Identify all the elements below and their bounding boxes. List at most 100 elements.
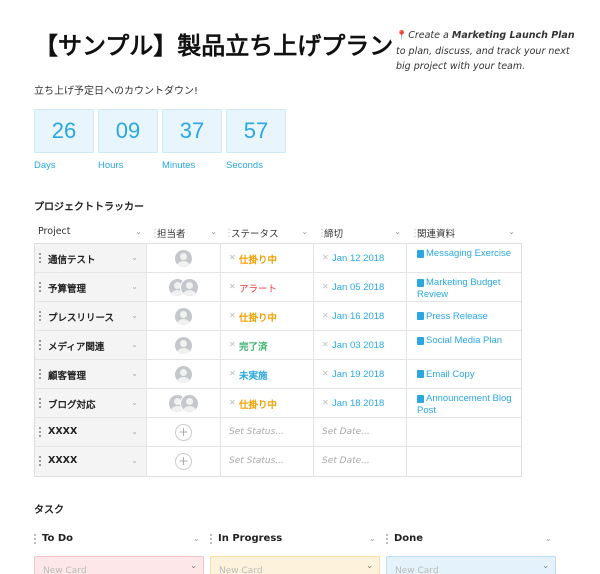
owner-cell[interactable] <box>147 360 221 388</box>
avatar[interactable] <box>174 249 193 268</box>
project-cell[interactable]: ブログ対応 ⌄ <box>35 389 147 417</box>
chevron-down-icon[interactable]: ⌄ <box>210 227 217 236</box>
docs-cell[interactable]: Messaging Exercise <box>407 244 522 272</box>
kanban-card[interactable]: New Card ⌄ <box>210 556 380 574</box>
status-cell[interactable]: ✕ アラート <box>221 273 314 301</box>
chevron-down-icon[interactable]: ⌄ <box>131 253 138 262</box>
avatar[interactable] <box>174 336 193 355</box>
status-placeholder[interactable]: Set Status... <box>229 456 284 466</box>
table-row[interactable]: 予算管理 ⌄ ✕ アラート ✕ Jan 05 2018 Marketing Budge… <box>35 273 521 302</box>
column-header-project[interactable]: Project ⌄ <box>38 226 148 242</box>
due-cell[interactable]: ✕ Jan 03 2018 <box>314 331 407 359</box>
row-drag-handle[interactable] <box>39 398 41 408</box>
clear-icon[interactable]: ✕ <box>229 253 236 262</box>
add-person-button[interactable]: + <box>175 453 192 470</box>
column-header-docs[interactable]: 関連資料 ⌄ <box>417 226 521 242</box>
chevron-down-icon[interactable]: ⌄ <box>301 227 308 236</box>
column-header-status[interactable]: ステータス ⌄ <box>231 226 314 242</box>
avatar[interactable] <box>180 278 199 297</box>
due-cell[interactable]: ✕ Jan 16 2018 <box>314 302 407 330</box>
row-drag-handle[interactable] <box>39 427 41 437</box>
column-drag-handle[interactable]: ⋮ <box>224 228 234 240</box>
owner-cell[interactable] <box>147 273 221 301</box>
clear-icon[interactable]: ✕ <box>229 311 236 320</box>
column-drag-handle[interactable] <box>34 534 36 544</box>
chevron-down-icon[interactable]: ⌄ <box>131 340 138 349</box>
chevron-down-icon[interactable]: ⌄ <box>131 398 138 407</box>
docs-cell[interactable] <box>407 418 522 446</box>
column-drag-handle[interactable] <box>210 534 212 544</box>
chevron-down-icon[interactable]: ⌄ <box>190 561 197 570</box>
clear-icon[interactable]: ✕ <box>322 369 329 378</box>
table-row[interactable]: ブログ対応 ⌄ ✕ 仕掛り中 ✕ Jan 18 2018 Announcement B… <box>35 389 521 418</box>
column-drag-handle[interactable] <box>386 534 388 544</box>
clear-icon[interactable]: ✕ <box>322 311 329 320</box>
avatar[interactable] <box>174 307 193 326</box>
row-drag-handle[interactable] <box>39 311 41 321</box>
column-drag-handle[interactable]: ⋮ <box>410 228 420 240</box>
table-row[interactable]: XXXX ⌄ + Set Status... Set Date... <box>35 447 521 476</box>
status-cell[interactable]: ✕ 仕掛り中 <box>221 244 314 272</box>
owner-cell[interactable] <box>147 302 221 330</box>
doc-link[interactable]: Press Release <box>417 311 517 323</box>
doc-link[interactable]: Email Copy <box>417 369 517 381</box>
clear-icon[interactable]: ✕ <box>322 253 329 262</box>
chevron-down-icon[interactable]: ⌄ <box>366 561 373 570</box>
row-drag-handle[interactable] <box>39 340 41 350</box>
date-placeholder[interactable]: Set Date... <box>322 427 370 437</box>
clear-icon[interactable]: ✕ <box>229 369 236 378</box>
chevron-down-icon[interactable]: ⌄ <box>508 227 515 236</box>
kanban-card[interactable]: New Card ⌄ <box>34 556 204 574</box>
doc-link[interactable]: Marketing Budget Review <box>417 277 517 300</box>
chevron-down-icon[interactable]: ⌄ <box>131 282 138 291</box>
clear-icon[interactable]: ✕ <box>229 340 236 349</box>
chevron-down-icon[interactable]: ⌄ <box>542 561 549 570</box>
row-drag-handle[interactable] <box>39 369 41 379</box>
project-cell[interactable]: 通信テスト ⌄ <box>35 244 147 272</box>
date-placeholder[interactable]: Set Date... <box>322 456 370 466</box>
project-cell[interactable]: プレスリリース ⌄ <box>35 302 147 330</box>
add-person-button[interactable]: + <box>175 424 192 441</box>
docs-cell[interactable] <box>407 447 522 476</box>
status-cell[interactable]: ✕ 仕掛り中 <box>221 302 314 330</box>
avatar[interactable] <box>174 365 193 384</box>
table-row[interactable]: 通信テスト ⌄ ✕ 仕掛り中 ✕ Jan 12 2018 Messaging Exer… <box>35 244 521 273</box>
owner-cell[interactable] <box>147 331 221 359</box>
column-header-due[interactable]: 締切 ⌄ <box>324 226 407 242</box>
docs-cell[interactable]: Social Media Plan <box>407 331 522 359</box>
doc-link[interactable]: Social Media Plan <box>417 335 517 347</box>
owner-cell[interactable] <box>147 244 221 272</box>
chevron-down-icon[interactable]: ⌄ <box>369 534 376 543</box>
due-cell[interactable]: ✕ Jan 19 2018 <box>314 360 407 388</box>
status-cell[interactable]: ✕ 仕掛り中 <box>221 389 314 417</box>
avatar[interactable] <box>180 394 199 413</box>
chevron-down-icon[interactable]: ⌄ <box>131 311 138 320</box>
kanban-card[interactable]: New Card ⌄ <box>386 556 556 574</box>
owner-cell[interactable]: + <box>147 447 221 476</box>
due-cell[interactable]: ✕ Jan 12 2018 <box>314 244 407 272</box>
due-cell[interactable]: Set Date... <box>314 447 407 476</box>
due-cell[interactable]: Set Date... <box>314 418 407 446</box>
due-cell[interactable]: ✕ Jan 18 2018 <box>314 389 407 417</box>
docs-cell[interactable]: Marketing Budget Review <box>407 273 522 301</box>
chevron-down-icon[interactable]: ⌄ <box>131 456 138 465</box>
clear-icon[interactable]: ✕ <box>322 340 329 349</box>
owner-cell[interactable] <box>147 389 221 417</box>
owner-cell[interactable]: + <box>147 418 221 446</box>
column-drag-handle[interactable]: ⋮ <box>150 228 160 240</box>
docs-cell[interactable]: Email Copy <box>407 360 522 388</box>
docs-cell[interactable]: Press Release <box>407 302 522 330</box>
status-cell[interactable]: ✕ 完了済 <box>221 331 314 359</box>
doc-link[interactable]: Messaging Exercise <box>417 248 517 260</box>
column-header-owner[interactable]: 担当者 ⌄ <box>157 226 223 242</box>
due-cell[interactable]: ✕ Jan 05 2018 <box>314 273 407 301</box>
project-cell[interactable]: 予算管理 ⌄ <box>35 273 147 301</box>
project-cell[interactable]: メディア関連 ⌄ <box>35 331 147 359</box>
clear-icon[interactable]: ✕ <box>229 398 236 407</box>
doc-link[interactable]: Announcement Blog Post <box>417 393 517 416</box>
table-row[interactable]: 顧客管理 ⌄ ✕ 未実施 ✕ Jan 19 2018 Email Copy <box>35 360 521 389</box>
row-drag-handle[interactable] <box>39 253 41 263</box>
chevron-down-icon[interactable]: ⌄ <box>131 427 138 436</box>
clear-icon[interactable]: ✕ <box>322 282 329 291</box>
row-drag-handle[interactable] <box>39 282 41 292</box>
